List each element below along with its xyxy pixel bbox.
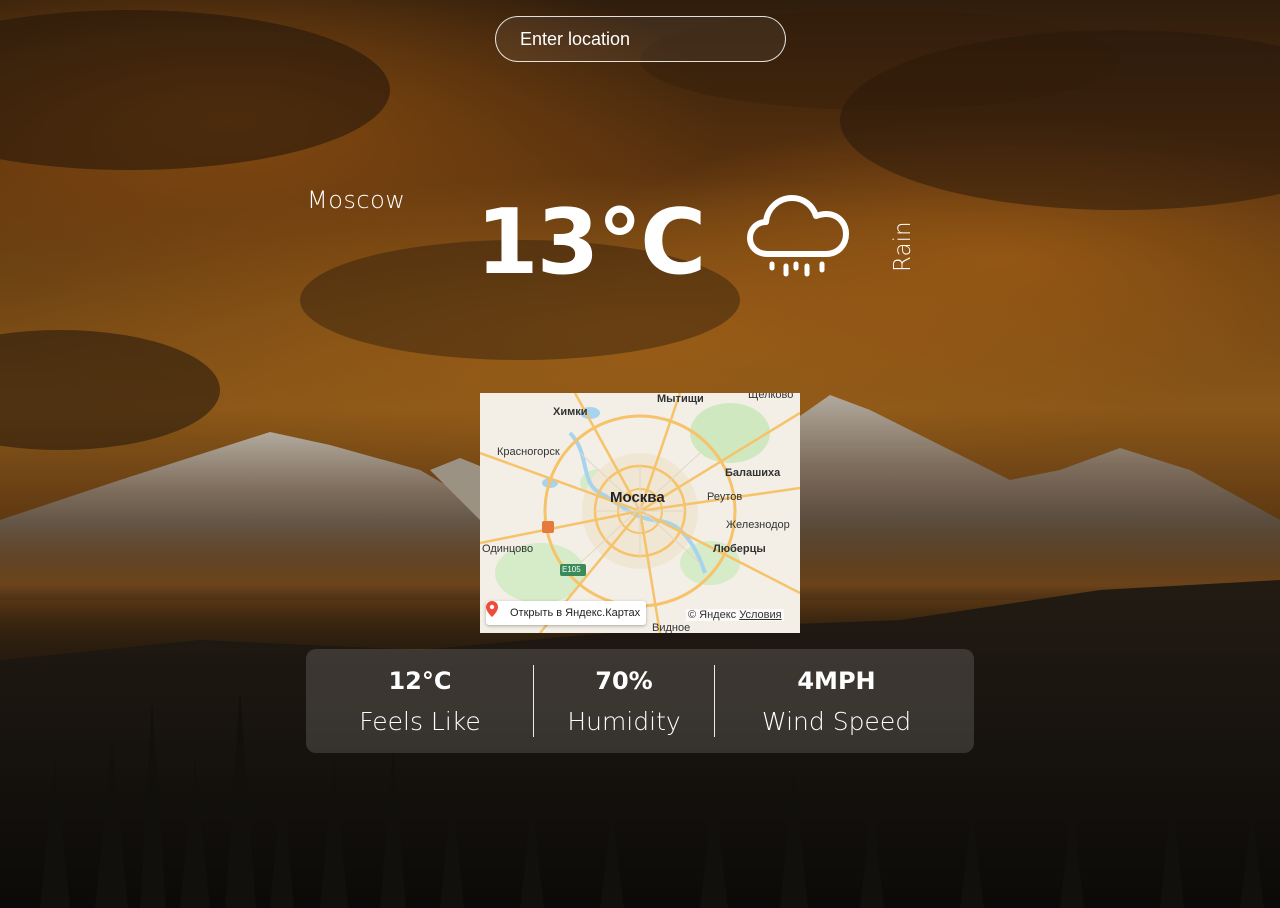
- wind-speed-label: Wind Speed: [761, 707, 912, 736]
- map-pin-icon: [486, 601, 498, 617]
- map-attribution: © Яндекс Условия: [686, 609, 784, 621]
- weather-condition: Rain: [890, 221, 916, 272]
- map-roads: [480, 393, 800, 633]
- humidity-stat: 70% Humidity: [534, 649, 714, 753]
- temperature: 13°C: [476, 190, 706, 295]
- feels-like-value: 12°C: [388, 667, 452, 695]
- map-label: Реутов: [707, 491, 743, 503]
- feels-like-label: Feels Like: [359, 707, 481, 736]
- map-label: Люберцы: [713, 543, 766, 555]
- cloud-rain-icon: [747, 195, 849, 277]
- open-in-yandex-maps-button[interactable]: Открыть в Яндекс.Картах: [486, 601, 647, 625]
- feels-like-stat: 12°C Feels Like: [306, 649, 534, 753]
- humidity-label: Humidity: [567, 707, 681, 736]
- map-copyright: © Яндекс: [688, 609, 737, 621]
- map-terms-link[interactable]: Условия: [739, 609, 781, 621]
- city-name: Moscow: [307, 186, 406, 214]
- humidity-value: 70%: [595, 667, 653, 695]
- map-label: Видное: [652, 622, 691, 633]
- map-label: Мытищи: [657, 393, 704, 405]
- map-label: Москва: [610, 489, 665, 506]
- highway-badge: E105: [562, 565, 581, 574]
- map-label: Железнодор: [726, 519, 790, 531]
- map-label: Химки: [553, 406, 588, 418]
- open-in-yandex-maps-label: Открыть в Яндекс.Картах: [510, 607, 641, 619]
- location-map[interactable]: Мытищи Щелково Химки Красногорск Балаших…: [480, 393, 800, 633]
- map-label: Щелково: [748, 393, 794, 401]
- location-search-input[interactable]: [495, 16, 786, 62]
- weather-stats-panel: 12°C Feels Like 70% Humidity 4MPH Wind S…: [306, 649, 974, 753]
- wind-speed-value: 4MPH: [797, 667, 876, 695]
- map-label: Одинцово: [482, 543, 534, 555]
- wind-speed-stat: 4MPH Wind Speed: [715, 649, 958, 753]
- map-label: Красногорск: [497, 446, 560, 458]
- map-label: Балашиха: [725, 467, 781, 479]
